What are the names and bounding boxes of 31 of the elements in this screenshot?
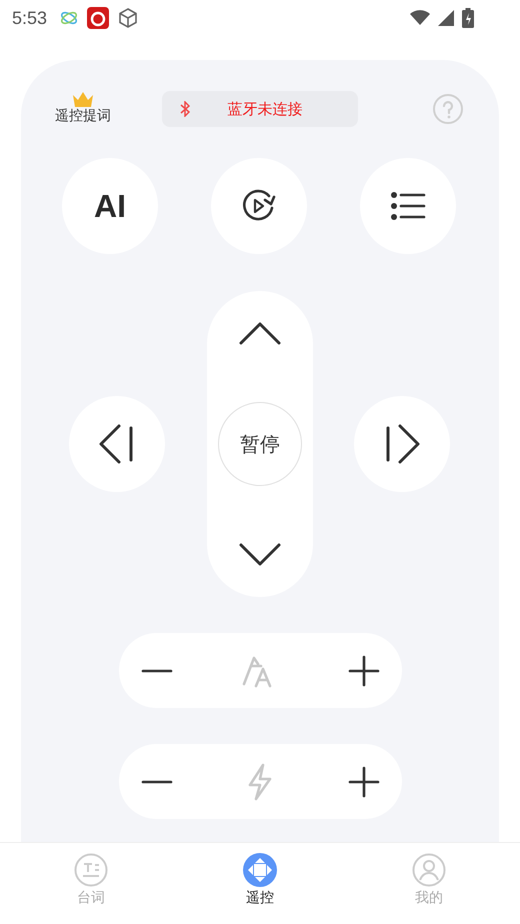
profile-icon [412,853,446,887]
status-time: 5:53 [12,8,48,28]
chevron-down-icon [239,543,281,567]
plus-icon [348,766,380,798]
down-button[interactable] [239,543,281,567]
battery-icon [462,8,474,28]
increase-speed-button[interactable] [348,766,380,798]
cube-icon [117,7,140,29]
minus-icon [140,668,172,672]
remote-icon [243,853,277,887]
lightning-icon [246,762,274,800]
bluetooth-icon [180,101,190,117]
minus-icon [140,780,172,784]
pause-button[interactable]: 暂停 [218,402,302,486]
wifi-icon [410,10,430,26]
chevron-up-icon [239,321,281,345]
list-icon [390,191,426,221]
ai-button[interactable]: AI [62,158,158,254]
signal-icon [438,10,454,26]
music-app-icon [87,7,110,29]
help-icon [432,93,464,125]
previous-icon [99,424,135,464]
script-icon [74,853,108,887]
plus-icon [348,654,380,686]
increase-font-button[interactable] [348,654,380,686]
bluetooth-status-button[interactable]: 蓝牙未连接 [162,91,358,127]
nav-tab[interactable]: 遥控 [218,843,302,924]
crown-icon [72,91,94,107]
up-button[interactable] [239,321,281,345]
vip-label: 遥控提词 [55,107,111,125]
next-icon [384,424,420,464]
